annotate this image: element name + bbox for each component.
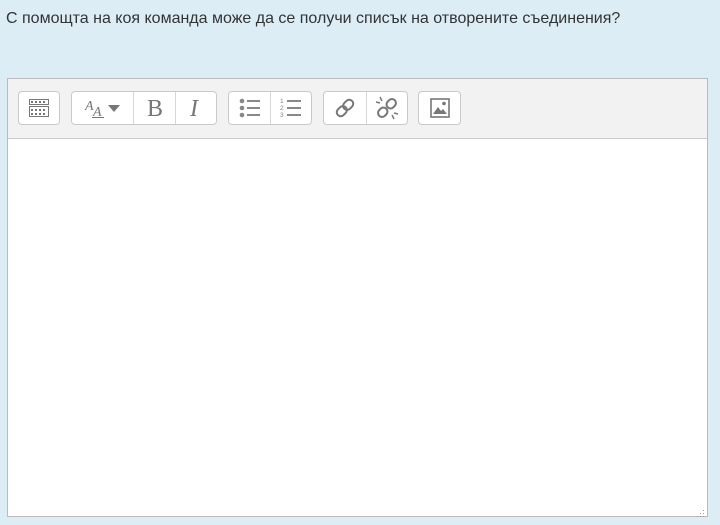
bullet-list-button[interactable] (229, 92, 270, 124)
toolbar-group-lists: 1 2 3 (228, 91, 312, 125)
numbered-list-icon: 1 2 3 (280, 97, 302, 119)
bold-button[interactable]: B (133, 92, 175, 124)
link-icon (334, 97, 356, 119)
italic-icon: I (188, 96, 204, 120)
editor-content-area[interactable] (8, 139, 707, 516)
text-editor: A A B I 1 2 3 (7, 78, 708, 517)
link-button[interactable] (324, 92, 366, 124)
toolbar-group-toggle (18, 91, 60, 125)
numbered-list-button[interactable]: 1 2 3 (270, 92, 311, 124)
bullet-list-icon (239, 98, 261, 118)
italic-button[interactable]: I (175, 92, 216, 124)
unlink-icon (375, 96, 399, 120)
toolbar-toggle-icon (29, 99, 49, 117)
svg-text:3: 3 (280, 112, 284, 119)
svg-text:1: 1 (280, 98, 284, 105)
editor-toolbar: A A B I 1 2 3 (8, 79, 707, 139)
bold-icon: B (145, 96, 165, 120)
font-style-icon: A A (84, 97, 122, 119)
toolbar-group-links (323, 91, 408, 125)
toolbar-toggle-button[interactable] (19, 92, 59, 124)
svg-text:B: B (147, 96, 163, 120)
toolbar-group-text-format: A A B I (71, 91, 217, 125)
svg-text:A: A (92, 105, 102, 119)
font-style-button[interactable]: A A (72, 92, 133, 124)
image-button[interactable] (419, 92, 460, 124)
toolbar-group-media (418, 91, 461, 125)
image-icon (429, 98, 450, 118)
svg-text:2: 2 (280, 105, 284, 112)
question-text: С помощта на коя команда може да се полу… (6, 10, 621, 27)
resize-handle-icon[interactable] (696, 505, 705, 517)
svg-text:I: I (189, 96, 199, 120)
unlink-button[interactable] (366, 92, 407, 124)
